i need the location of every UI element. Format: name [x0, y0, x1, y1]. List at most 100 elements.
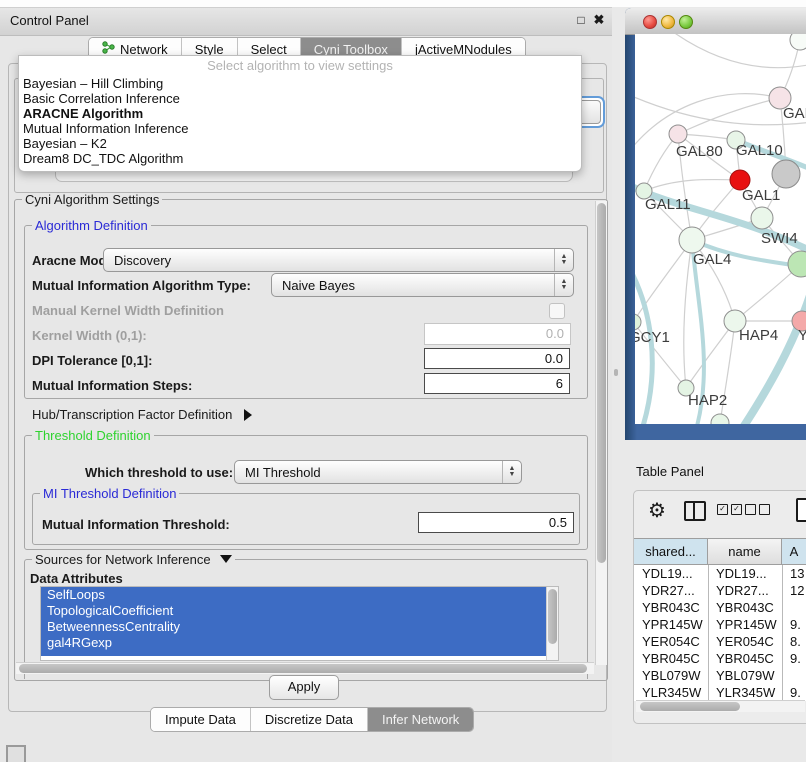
- gear-icon[interactable]: ⚙: [648, 501, 666, 521]
- tab-impute-data[interactable]: Impute Data: [151, 708, 251, 731]
- node-label: GCY1: [635, 329, 670, 346]
- zoom-traffic-icon[interactable]: [679, 15, 693, 29]
- network-node[interactable]: [790, 34, 806, 50]
- network-edge[interactable]: [684, 240, 692, 388]
- table-cell: YDL19...: [708, 565, 782, 582]
- data-attributes-list[interactable]: SelfLoopsTopologicalCoefficientBetweenne…: [40, 586, 559, 661]
- which-threshold-combo[interactable]: MI Threshold ▲▼: [234, 460, 522, 484]
- table-cell: YBR045C: [708, 650, 782, 667]
- algorithm-option[interactable]: Basic Correlation Inference: [22, 91, 573, 106]
- table-cell: YPR145W: [708, 616, 782, 633]
- minimize-traffic-icon[interactable]: [661, 15, 675, 29]
- table-cell: 12: [782, 582, 806, 599]
- mi-steps-field[interactable]: 6: [424, 373, 570, 394]
- attribute-item-selected[interactable]: BetweennessCentrality: [41, 619, 558, 635]
- network-graph[interactable]: GAL7GAL80GAL10GAL1GAL11SWI4GAL4GCY1HAP4Y…: [635, 34, 806, 424]
- column-separator: [708, 565, 709, 701]
- top-strip: [0, 0, 806, 7]
- close-icon[interactable]: ✖: [592, 13, 606, 27]
- table-cell: [782, 599, 806, 616]
- network-node-gal4[interactable]: [679, 227, 705, 253]
- control-panel: Control Panel □ ✖ NetworkStyleSelectCyni…: [0, 7, 612, 762]
- node-label: SWI4: [761, 230, 798, 247]
- mi-type-value: Naive Bayes: [272, 278, 554, 293]
- mi-threshold-group-title: MI Threshold Definition: [40, 486, 179, 501]
- attribute-item-selected[interactable]: SelfLoops: [41, 587, 558, 603]
- network-node-gcy1[interactable]: [635, 314, 641, 330]
- network-node[interactable]: [711, 414, 729, 424]
- algorithm-option[interactable]: Dream8 DC_TDC Algorithm: [22, 151, 573, 166]
- network-edge[interactable]: [665, 34, 806, 68]
- table-cell: YBR043C: [708, 599, 782, 616]
- table-row[interactable]: YBR043CYBR043C: [634, 599, 806, 616]
- control-panel-title: Control Panel: [10, 13, 89, 28]
- settings-horizontal-scrollbar[interactable]: [16, 662, 594, 674]
- attribute-item-selected[interactable]: TopologicalCoefficient: [41, 603, 558, 619]
- algorithm-dropdown-popup: Select algorithm to view settings Bayesi…: [18, 55, 582, 172]
- clear-checkboxes-icon[interactable]: [745, 504, 770, 515]
- dpi-tolerance-field[interactable]: 0.0: [424, 348, 570, 369]
- algorithm-option[interactable]: Mutual Information Inference: [22, 121, 573, 136]
- attribute-item-partial[interactable]: [41, 651, 558, 656]
- export-table-icon[interactable]: [796, 498, 806, 522]
- network-node-swi4[interactable]: [751, 207, 773, 229]
- node-label: HAP2: [688, 392, 727, 409]
- table-row[interactable]: YBL079WYBL079W: [634, 667, 806, 684]
- network-edge-highlighted[interactable]: [740, 286, 806, 424]
- data-attributes-label: Data Attributes: [30, 571, 123, 586]
- apply-button[interactable]: Apply: [269, 675, 339, 700]
- table-row[interactable]: YPR145WYPR145W9.: [634, 616, 806, 633]
- column-header-name[interactable]: name: [708, 539, 782, 564]
- columns-icon[interactable]: [684, 501, 706, 521]
- aracne-mode-combo[interactable]: Discovery ▲▼: [103, 248, 574, 272]
- table-panel-title: Table Panel: [636, 464, 704, 479]
- mi-threshold-field[interactable]: 0.5: [418, 512, 574, 533]
- float-icon[interactable]: □: [574, 13, 588, 27]
- algorithm-option[interactable]: Bayesian – Hill Climbing: [22, 76, 573, 91]
- column-header-shared[interactable]: shared...: [634, 539, 708, 564]
- manual-kernel-checkbox[interactable]: [549, 303, 565, 319]
- settings-vertical-scrollbar[interactable]: [595, 201, 607, 665]
- table-cell: [782, 667, 806, 684]
- table-row[interactable]: YER054CYER054C8.: [634, 633, 806, 650]
- table-row[interactable]: YDL19...YDL19...13: [634, 565, 806, 582]
- splitter-handle[interactable]: [614, 369, 618, 376]
- minimized-panel-icon[interactable]: [6, 745, 26, 762]
- algorithm-option[interactable]: ARACNE Algorithm: [22, 106, 573, 121]
- network-edge[interactable]: [644, 179, 740, 191]
- network-canvas[interactable]: GAL7GAL80GAL10GAL1GAL11SWI4GAL4GCY1HAP4Y…: [635, 34, 806, 424]
- close-traffic-icon[interactable]: [643, 15, 657, 29]
- table-row[interactable]: YBR045CYBR045C9.: [634, 650, 806, 667]
- node-table: shared...nameA YDL19...YDL19...13YDR27..…: [634, 538, 806, 701]
- aracne-mode-value: Discovery: [104, 253, 554, 268]
- mi-type-combo[interactable]: Naive Bayes ▲▼: [271, 273, 574, 297]
- algorithm-dropdown-prompt: Select algorithm to view settings: [19, 58, 581, 73]
- select-all-checkboxes-icon[interactable]: ✓✓: [717, 504, 742, 515]
- column-header-a[interactable]: A: [782, 539, 806, 564]
- tab-discretize-data[interactable]: Discretize Data: [251, 708, 368, 731]
- table-row[interactable]: YLR345WYLR345W9.: [634, 684, 806, 701]
- attribute-item-selected[interactable]: gal4RGexp: [41, 635, 558, 651]
- node-label: GAL1: [742, 187, 780, 204]
- kernel-width-label: Kernel Width (0,1):: [32, 328, 147, 343]
- node-label: HAP4: [739, 327, 778, 344]
- algorithm-option[interactable]: Bayesian – K2: [22, 136, 573, 151]
- node-label: GAL4: [693, 251, 731, 268]
- attribute-list-scrollbar[interactable]: [546, 587, 558, 660]
- network-node[interactable]: [772, 160, 800, 188]
- table-header-row: shared...nameA: [634, 538, 806, 565]
- sources-group-title[interactable]: Sources for Network Inference: [32, 552, 235, 567]
- kernel-width-field[interactable]: 0.0: [424, 323, 571, 345]
- table-row[interactable]: YDR27...YDR27...12: [634, 582, 806, 599]
- sources-title-text: Sources for Network Inference: [35, 552, 211, 567]
- node-label: GAL10: [736, 142, 783, 159]
- table-panel: ⚙ ✓✓ shared...nameA YDL19...YDL19...13YD…: [633, 490, 806, 724]
- chevron-right-icon: [244, 409, 252, 421]
- table-horizontal-scrollbar[interactable]: [636, 700, 805, 712]
- tab-infer-network[interactable]: Infer Network: [368, 708, 473, 731]
- hub-definition-toggle[interactable]: Hub/Transcription Factor Definition: [32, 407, 252, 422]
- table-cell: YER054C: [708, 633, 782, 650]
- network-window-titlebar[interactable]: [625, 8, 806, 35]
- network-node-gal80[interactable]: [669, 125, 687, 143]
- table-cell: 9.: [782, 616, 806, 633]
